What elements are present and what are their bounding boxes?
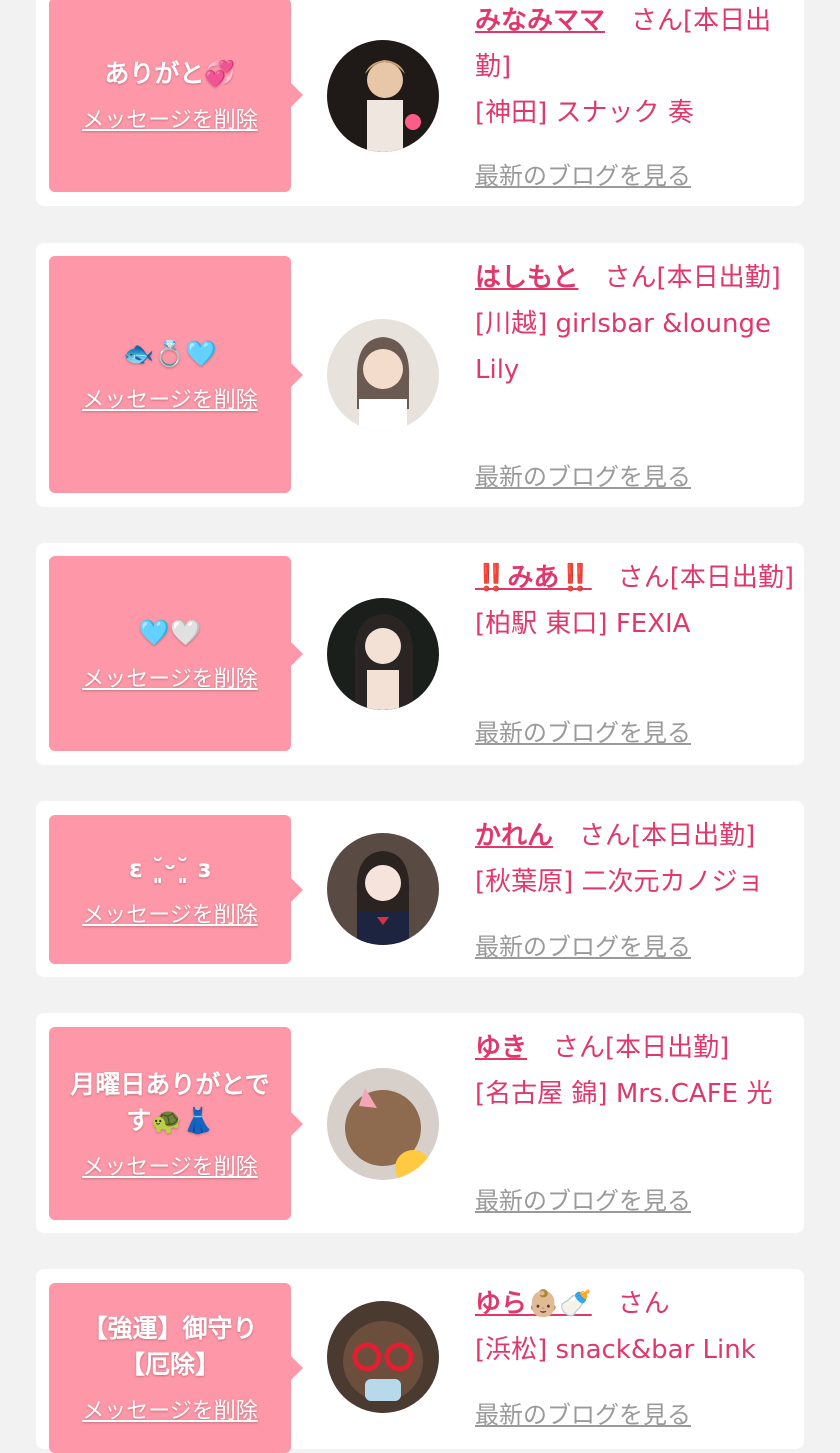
delete-message-link[interactable]: メッセージを削除	[82, 897, 258, 929]
message-card: 【強運】御守り【厄除】 メッセージを削除 ゆら👶🏼🍼 さん [浜松] snack&…	[36, 1269, 804, 1453]
message-text: 【強運】御守り【厄除】	[82, 1314, 258, 1379]
cast-name-link[interactable]: かれん	[475, 821, 553, 851]
latest-blog-link[interactable]: 最新のブログを見る	[475, 1181, 691, 1216]
shop-name: [秋葉原] 二次元カノジョ	[475, 867, 764, 897]
message-card: 月曜日ありがとです🐢👗 メッセージを削除 ゆき さん[本日出勤] [名古屋 錦] …	[36, 1013, 804, 1233]
cast-status: さん	[617, 1289, 670, 1319]
cast-name-link[interactable]: ‼️みあ‼️	[475, 563, 592, 593]
delete-message-link[interactable]: メッセージを削除	[82, 1393, 258, 1425]
message-card: 🐟💍🩵 メッセージを削除 はしもと さん[本日出勤] [川越] girlsbar …	[36, 243, 804, 507]
cast-name-link[interactable]: ゆき	[475, 1033, 527, 1063]
message-bubble: ありがと💞 メッセージを削除	[49, 0, 303, 192]
message-bubble: 月曜日ありがとです🐢👗 メッセージを削除	[49, 1027, 303, 1220]
cast-name-link[interactable]: はしもと	[475, 263, 578, 293]
avatar[interactable]	[327, 40, 439, 152]
cast-status: さん[本日出勤]	[617, 563, 795, 593]
cast-info: はしもと さん[本日出勤] [川越] girlsbar &lounge Lily	[475, 255, 795, 393]
cast-info: ‼️みあ‼️ さん[本日出勤] [柏駅 東口] FEXIA	[475, 555, 795, 647]
cast-status: さん[本日出勤]	[553, 1033, 730, 1063]
cast-info: ゆき さん[本日出勤] [名古屋 錦] Mrs.CAFE 光	[475, 1025, 795, 1117]
message-card: 🩵🤍 メッセージを削除 ‼️みあ‼️ さん[本日出勤] [柏駅 東口] FEXIA…	[36, 543, 804, 765]
message-card: ありがと💞 メッセージを削除 みなみママ さん[本日出勤] [神田] スナック 奏…	[36, 0, 804, 206]
avatar[interactable]	[327, 1301, 439, 1413]
message-text: 🐟💍🩵	[123, 338, 217, 368]
latest-blog-link[interactable]: 最新のブログを見る	[475, 156, 691, 191]
shop-name: [神田] スナック 奏	[475, 98, 694, 128]
shop-name: [名古屋 錦] Mrs.CAFE 光	[475, 1079, 773, 1109]
latest-blog-link[interactable]: 最新のブログを見る	[475, 457, 691, 492]
shop-name: [川越] girlsbar &lounge Lily	[475, 309, 771, 385]
cast-status: さん[本日出勤]	[604, 263, 781, 293]
cast-name-link[interactable]: ゆら👶🏼🍼	[475, 1289, 592, 1319]
message-card: ɛ ˘͈ᵕ˘͈ ɜ メッセージを削除 かれん さん[本日出勤] [秋葉原] 二次元…	[36, 801, 804, 977]
delete-message-link[interactable]: メッセージを削除	[82, 1149, 258, 1181]
message-text: 🩵🤍	[138, 617, 202, 647]
message-bubble: 🐟💍🩵 メッセージを削除	[49, 256, 303, 493]
avatar[interactable]	[327, 319, 439, 431]
avatar[interactable]	[327, 598, 439, 710]
cast-info: ゆら👶🏼🍼 さん [浜松] snack&bar Link	[475, 1281, 795, 1373]
shop-name: [柏駅 東口] FEXIA	[475, 609, 691, 639]
delete-message-link[interactable]: メッセージを削除	[82, 102, 258, 134]
latest-blog-link[interactable]: 最新のブログを見る	[475, 1395, 691, 1430]
shop-name: [浜松] snack&bar Link	[475, 1335, 756, 1365]
cast-info: みなみママ さん[本日出勤] [神田] スナック 奏	[475, 0, 795, 136]
message-text: ありがと💞	[104, 59, 236, 88]
message-bubble: ɛ ˘͈ᵕ˘͈ ɜ メッセージを削除	[49, 815, 303, 964]
avatar[interactable]	[327, 1068, 439, 1180]
message-text: 月曜日ありがとです🐢👗	[70, 1069, 270, 1135]
message-bubble: 🩵🤍 メッセージを削除	[49, 556, 303, 751]
message-bubble: 【強運】御守り【厄除】 メッセージを削除	[49, 1283, 303, 1453]
delete-message-link[interactable]: メッセージを削除	[82, 661, 258, 693]
latest-blog-link[interactable]: 最新のブログを見る	[475, 927, 691, 962]
cast-name-link[interactable]: みなみママ	[475, 6, 605, 36]
cast-info: かれん さん[本日出勤] [秋葉原] 二次元カノジョ	[475, 813, 820, 905]
avatar[interactable]	[327, 833, 439, 945]
cast-status: さん[本日出勤]	[579, 821, 756, 851]
latest-blog-link[interactable]: 最新のブログを見る	[475, 713, 691, 748]
delete-message-link[interactable]: メッセージを削除	[82, 382, 258, 414]
message-text: ɛ ˘͈ᵕ˘͈ ɜ	[128, 853, 212, 883]
